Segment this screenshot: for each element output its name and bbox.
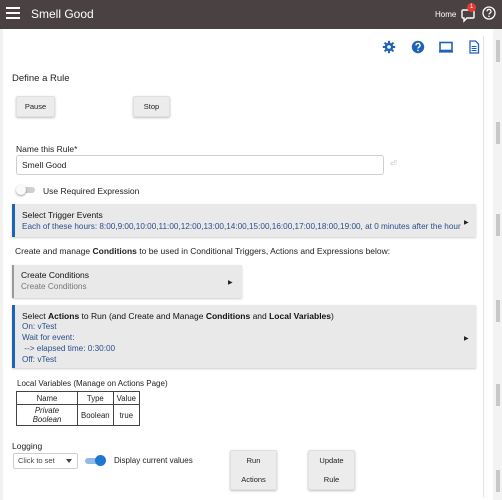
chevron-right-icon: ▶ — [464, 220, 469, 226]
document-icon[interactable] — [467, 40, 481, 54]
notification-badge: 1 — [467, 3, 476, 12]
logging-select[interactable]: Click to set — [13, 453, 78, 469]
conditions-subtitle: Create Conditions — [21, 282, 87, 291]
expand-icon[interactable]: ⏎ — [390, 159, 397, 168]
home-link[interactable]: Home — [435, 10, 456, 19]
page-scrollbar[interactable] — [493, 29, 502, 500]
action-line: Wait for event: — [22, 333, 75, 342]
scroll-marker — [496, 214, 500, 236]
table-row: Private Boolean Boolean true — [16, 404, 141, 426]
conditions-intro: Create and manage Conditions to be used … — [15, 246, 391, 256]
scroll-marker — [496, 470, 500, 492]
conditions-title: Create Conditions — [21, 270, 90, 280]
local-variables-table: Name Type Value Private Boolean Boolean … — [16, 391, 141, 426]
action-line: On: vTest — [22, 322, 57, 331]
column-header: Name — [16, 391, 78, 405]
help-icon[interactable] — [482, 6, 496, 20]
monitor-icon[interactable] — [439, 40, 453, 54]
chevron-right-icon: ▶ — [464, 336, 469, 342]
run-button-line2: Actions — [241, 475, 266, 484]
update-button-line2: Rule — [323, 475, 340, 484]
name-label: Name this Rule* — [16, 144, 78, 154]
pause-button[interactable]: Pause — [16, 96, 55, 117]
local-variables-title: Local Variables (Manage on Actions Page) — [17, 379, 168, 388]
update-rule-button[interactable]: Update Rule — [308, 450, 355, 490]
action-line: --> elapsed time: 0:30:00 — [22, 344, 116, 353]
page-heading: Define a Rule — [12, 73, 70, 84]
left-gutter — [0, 29, 3, 500]
app-title: Smell Good — [31, 7, 94, 21]
trigger-title: Select Trigger Events — [22, 210, 103, 220]
scroll-marker — [496, 300, 500, 322]
content-scrollbar[interactable] — [483, 36, 491, 498]
chevron-right-icon: ▶ — [228, 280, 233, 286]
required-expression-toggle[interactable] — [16, 185, 36, 195]
help-icon[interactable] — [411, 40, 425, 54]
trigger-detail: Each of these hours: 8:00,9:00,10:00,11:… — [22, 222, 461, 231]
table-cell: true — [112, 404, 141, 426]
update-button-line1: Update — [319, 456, 344, 465]
rule-name-input[interactable]: Smell Good — [16, 155, 384, 175]
logging-select-value: Click to set — [18, 456, 55, 465]
column-header: Type — [77, 391, 114, 405]
chevron-down-icon — [66, 459, 72, 463]
actions-title: Select Actions to Run (and Create and Ma… — [22, 311, 334, 321]
column-header: Value — [112, 391, 141, 405]
run-actions-button[interactable]: Run Actions — [230, 450, 277, 490]
display-values-label: Display current values — [114, 456, 193, 465]
scroll-marker — [496, 122, 500, 144]
scroll-marker — [496, 384, 500, 406]
table-header-row: Name Type Value — [16, 391, 141, 405]
stop-button[interactable]: Stop — [133, 96, 170, 117]
logging-label: Logging — [12, 441, 43, 451]
table-cell: Boolean — [77, 404, 114, 426]
action-line: Off: vTest — [22, 355, 57, 364]
run-button-line1: Run — [246, 456, 261, 465]
gear-icon[interactable] — [382, 40, 396, 54]
table-cell: Private Boolean — [16, 404, 78, 426]
scroll-marker — [496, 40, 500, 62]
display-values-toggle[interactable] — [85, 455, 106, 466]
required-expression-label: Use Required Expression — [43, 186, 140, 196]
trigger-panel[interactable] — [12, 204, 476, 237]
menu-icon[interactable] — [6, 7, 20, 21]
